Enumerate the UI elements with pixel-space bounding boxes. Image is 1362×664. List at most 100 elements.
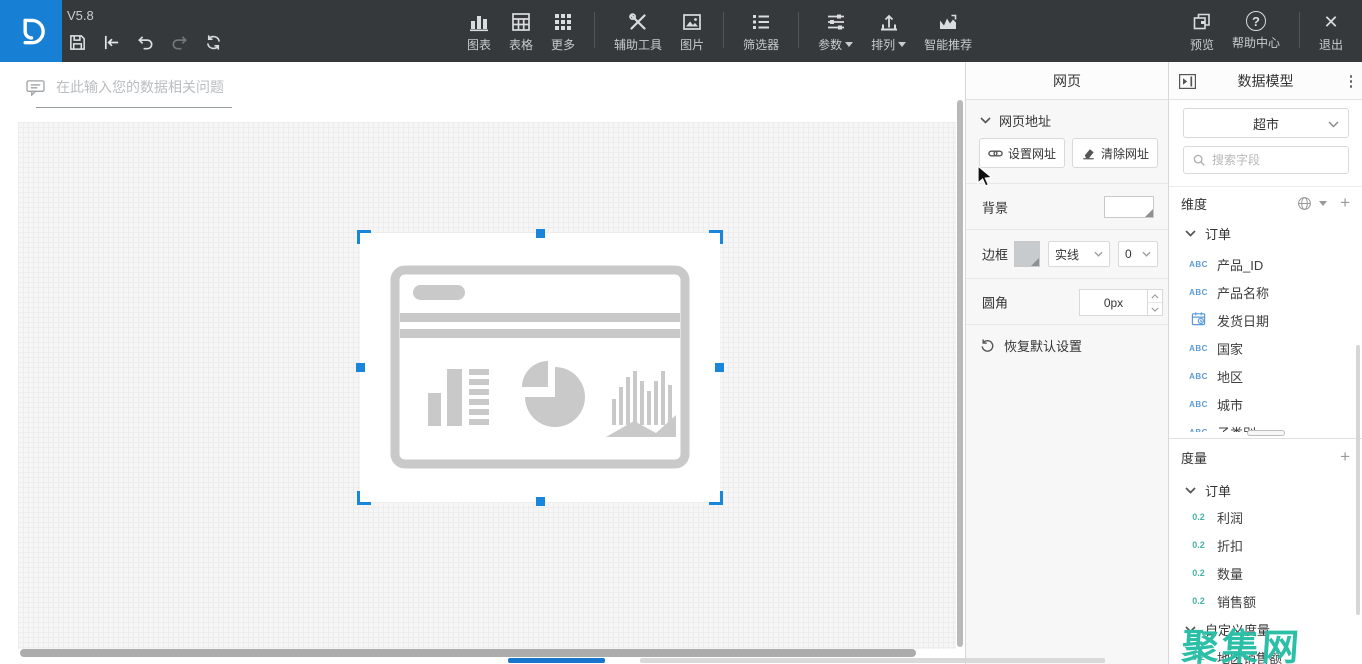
field-name: 产品_ID — [1217, 255, 1263, 274]
dimension-field-row[interactable]: ABC 地区 — [1189, 362, 1243, 390]
custom-measure-field-row[interactable]: 0.2 地区销售额 — [1189, 643, 1282, 664]
chevron-down-icon — [1185, 487, 1196, 494]
background-color-swatch[interactable] — [1104, 196, 1154, 218]
background-row: 背景 — [966, 183, 1168, 229]
redo-icon[interactable] — [170, 33, 189, 52]
help-center-button[interactable]: ? 帮助中心 — [1232, 11, 1280, 51]
top-toolbar: V5.8 图表 表格 更多 辅助工具 — [0, 0, 1362, 62]
bar-chart-icon — [468, 11, 490, 33]
tool-image[interactable]: 图片 — [680, 11, 704, 53]
set-url-button[interactable]: 设置网址 — [979, 138, 1065, 168]
preview-button[interactable]: 预览 — [1190, 11, 1214, 53]
border-color-swatch[interactable] — [1014, 241, 1040, 267]
app-logo[interactable] — [0, 0, 62, 62]
dimension-field-row[interactable]: ABC 国家 — [1189, 334, 1243, 362]
tool-label: 表格 — [509, 36, 533, 53]
field-search-box[interactable] — [1183, 146, 1349, 174]
field-name: 产品名称 — [1217, 283, 1269, 302]
reset-defaults-button[interactable]: 恢复默认设置 — [980, 336, 1082, 355]
corner-radius-input[interactable]: 0px — [1079, 289, 1163, 316]
caret-down-icon[interactable] — [1319, 201, 1327, 206]
selection-corner-bl[interactable] — [357, 491, 371, 505]
canvas-vertical-scrollbar[interactable] — [957, 100, 963, 647]
corner-radius-value: 0px — [1080, 290, 1147, 315]
section-label: 网页地址 — [999, 111, 1051, 130]
tool-more[interactable]: 更多 — [551, 11, 575, 53]
chevron-down-icon — [1142, 251, 1151, 257]
dimensions-tree: 订单 ABC 产品_ID ABC 产品名称 发货日期 ABC 国家 ABC — [1169, 218, 1362, 432]
chevron-down-icon — [1094, 251, 1103, 257]
tool-label: 筛选器 — [743, 36, 779, 53]
tool-table[interactable]: 表格 — [509, 11, 533, 53]
selection-corner-tl[interactable] — [357, 230, 371, 244]
dimensions-horizontal-scrollbar[interactable] — [1247, 430, 1285, 436]
model-panel-scrollbar[interactable] — [1356, 345, 1360, 615]
custom-measure-group-row[interactable]: 自定义度量 — [1185, 620, 1270, 639]
refresh-icon[interactable] — [204, 33, 223, 52]
group-label: 订单 — [1205, 224, 1231, 243]
text-type-icon: ABC — [1189, 344, 1208, 353]
border-style-select[interactable]: 实线 — [1048, 241, 1110, 267]
panel-menu-icon[interactable] — [1348, 73, 1355, 90]
dimension-field-row[interactable]: ABC 产品_ID — [1189, 250, 1263, 278]
undo-icon[interactable] — [136, 33, 155, 52]
clear-url-button[interactable]: 清除网址 — [1072, 138, 1158, 168]
measure-field-row[interactable]: 0.2 折扣 — [1189, 531, 1243, 559]
measure-field-row[interactable]: 0.2 利润 — [1189, 503, 1243, 531]
tool-arrange[interactable]: 排列 — [871, 11, 906, 53]
text-type-icon: ABC — [1189, 372, 1208, 381]
save-icon[interactable] — [68, 33, 87, 52]
chevron-down-icon — [1185, 230, 1196, 237]
go-to-start-icon[interactable] — [102, 33, 121, 52]
page-scrollbar-thumb-gray[interactable] — [640, 658, 1105, 663]
globe-icon[interactable] — [1297, 196, 1312, 211]
image-icon — [681, 11, 703, 33]
dataset-select[interactable]: 超市 — [1183, 108, 1349, 138]
canvas-horizontal-scrollbar[interactable] — [20, 649, 916, 657]
border-width-select[interactable]: 0 — [1118, 241, 1158, 267]
resize-handle-right[interactable] — [715, 363, 724, 372]
design-canvas[interactable] — [0, 62, 965, 664]
question-input[interactable] — [56, 72, 336, 102]
resize-handle-left[interactable] — [356, 363, 365, 372]
tool-filter[interactable]: 筛选器 — [743, 11, 779, 53]
table-icon — [510, 11, 532, 33]
tool-label: 预览 — [1190, 36, 1214, 53]
measure-group-row[interactable]: 订单 — [1185, 481, 1231, 500]
field-search-input[interactable] — [1212, 153, 1340, 167]
toolbar-divider — [1299, 12, 1300, 48]
measure-field-row[interactable]: 0.2 销售额 — [1189, 587, 1256, 615]
tools-icon — [627, 11, 649, 33]
dimensions-header-icons: + — [1297, 195, 1350, 211]
dimension-group-row[interactable]: 订单 — [1185, 224, 1231, 243]
collapse-panel-icon[interactable] — [1179, 74, 1196, 89]
resize-handle-top[interactable] — [536, 229, 545, 238]
tool-label: 辅助工具 — [614, 36, 662, 53]
tool-aux-tools[interactable]: 辅助工具 — [614, 11, 662, 53]
canvas-grid[interactable] — [18, 122, 956, 649]
dimension-field-row[interactable]: ABC 子类别 — [1189, 418, 1256, 432]
resize-handle-bottom[interactable] — [536, 497, 545, 506]
web-widget[interactable] — [360, 233, 720, 502]
tool-smart-recommend[interactable]: 智能推荐 — [924, 11, 972, 53]
tool-label-row: 排列 — [871, 36, 906, 53]
stepper-down-button[interactable] — [1148, 303, 1162, 315]
measure-field-row[interactable]: 0.2 数量 — [1189, 559, 1243, 587]
tool-chart[interactable]: 图表 — [467, 11, 491, 53]
page-scrollbar-thumb-blue[interactable] — [508, 658, 605, 663]
button-label: 设置网址 — [1008, 145, 1056, 162]
add-dimension-button[interactable]: + — [1340, 195, 1350, 211]
text-type-icon: ABC — [1189, 428, 1208, 433]
exit-button[interactable]: ✕ 退出 — [1319, 11, 1343, 53]
stepper-up-button[interactable] — [1148, 290, 1162, 303]
dimension-field-row[interactable]: ABC 产品名称 — [1189, 278, 1269, 306]
number-type-icon: 0.2 — [1189, 540, 1208, 550]
selection-corner-tr[interactable] — [709, 230, 723, 244]
dimension-field-row[interactable]: ABC 城市 — [1189, 390, 1243, 418]
field-name: 国家 — [1217, 339, 1243, 358]
add-measure-button[interactable]: + — [1340, 449, 1350, 465]
dimension-field-row[interactable]: 发货日期 — [1189, 306, 1269, 334]
tool-parameters[interactable]: 参数 — [818, 11, 853, 53]
selection-corner-br[interactable] — [709, 491, 723, 505]
web-address-section-header[interactable]: 网页地址 — [980, 111, 1051, 130]
